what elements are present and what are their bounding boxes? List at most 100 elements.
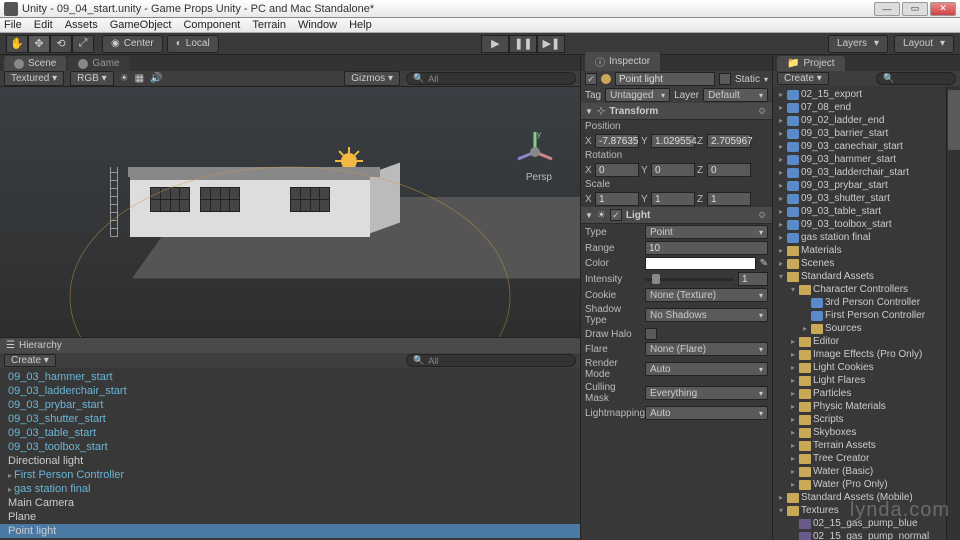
gizmos-dropdown[interactable]: Gizmos ▾	[344, 71, 400, 86]
layout-dropdown[interactable]: Layout▾	[894, 35, 954, 53]
hierarchy-header[interactable]: ☰ Hierarchy	[0, 338, 580, 353]
pos-x[interactable]: -7.87635	[595, 134, 639, 148]
project-item[interactable]: Skyboxes	[773, 426, 946, 439]
menu-terrain[interactable]: Terrain	[252, 19, 286, 31]
static-checkbox[interactable]	[719, 73, 731, 85]
project-create[interactable]: Create ▾	[777, 72, 829, 85]
scl-x[interactable]: 1	[595, 192, 639, 206]
hierarchy-item[interactable]: Main Camera	[0, 496, 580, 510]
menu-window[interactable]: Window	[298, 19, 337, 31]
shadow-type[interactable]: No Shadows	[645, 308, 768, 322]
project-item[interactable]: Sources	[773, 322, 946, 335]
hierarchy-item[interactable]: Plane	[0, 510, 580, 524]
pos-z[interactable]: 2.705967	[707, 134, 751, 148]
project-item[interactable]: Scenes	[773, 257, 946, 270]
scl-z[interactable]: 1	[707, 192, 751, 206]
layer-dropdown[interactable]: Default	[703, 88, 768, 102]
project-item[interactable]: Water (Basic)	[773, 465, 946, 478]
object-name-field[interactable]: Point light	[615, 72, 715, 86]
menu-edit[interactable]: Edit	[34, 19, 53, 31]
project-item[interactable]: 09_03_hammer_start	[773, 153, 946, 166]
hierarchy-item[interactable]: 09_03_toolbox_start	[0, 440, 580, 454]
light-type[interactable]: Point	[645, 225, 768, 239]
tool-scale[interactable]: ⤢	[72, 35, 94, 53]
project-item[interactable]: 09_03_table_start	[773, 205, 946, 218]
menu-gameobject[interactable]: GameObject	[110, 19, 172, 31]
maximize-button[interactable]: ▭	[902, 2, 928, 16]
project-item[interactable]: Physic Materials	[773, 400, 946, 413]
scene-light-toggle[interactable]: ☀	[120, 73, 129, 84]
light-enabled[interactable]: ✓	[610, 209, 622, 221]
project-item[interactable]: 3rd Person Controller	[773, 296, 946, 309]
project-item[interactable]: 02_15_gas_pump_normal	[773, 530, 946, 540]
rgb-dropdown[interactable]: RGB ▾	[70, 71, 113, 86]
inspector-tab[interactable]: ⓘ Inspector	[585, 52, 660, 71]
tab-game[interactable]: Game	[68, 56, 129, 71]
layers-dropdown[interactable]: Layers▾	[828, 35, 888, 53]
hierarchy-item[interactable]: Point light	[0, 524, 580, 538]
render-mode[interactable]: Auto	[645, 362, 768, 376]
scene-fx-toggle[interactable]: ▦	[135, 73, 144, 84]
project-item[interactable]: Standard Assets	[773, 270, 946, 283]
project-item[interactable]: First Person Controller	[773, 309, 946, 322]
tag-dropdown[interactable]: Untagged	[605, 88, 670, 102]
menu-file[interactable]: File	[4, 19, 22, 31]
hierarchy-item[interactable]: First Person Controller	[0, 468, 580, 482]
tab-scene[interactable]: Scene	[4, 56, 66, 71]
menu-assets[interactable]: Assets	[65, 19, 98, 31]
scene-viewport[interactable]: y Persp	[0, 87, 580, 337]
culling-mask[interactable]: Everything	[645, 386, 768, 400]
transform-header[interactable]: ▼⊹Transform⚙	[581, 103, 772, 120]
project-item[interactable]: Particles	[773, 387, 946, 400]
light-range[interactable]: 10	[645, 241, 768, 255]
tool-rotate[interactable]: ⟲	[50, 35, 72, 53]
project-item[interactable]: Water (Pro Only)	[773, 478, 946, 491]
project-scrollbar[interactable]	[946, 86, 960, 540]
pivot-center-button[interactable]: ◉Center	[102, 35, 163, 53]
light-cookie[interactable]: None (Texture)	[645, 288, 768, 302]
eyedropper-icon[interactable]: ✎	[760, 258, 768, 269]
hierarchy-item[interactable]: 09_03_prybar_start	[0, 398, 580, 412]
project-item[interactable]: Tree Creator	[773, 452, 946, 465]
hierarchy-item[interactable]: 09_03_ladderchair_start	[0, 384, 580, 398]
project-tab[interactable]: 📁 Project	[777, 56, 845, 71]
hierarchy-item[interactable]: 09_03_hammer_start	[0, 370, 580, 384]
object-enabled-checkbox[interactable]: ✓	[585, 73, 597, 85]
project-item[interactable]: 09_03_toolbox_start	[773, 218, 946, 231]
project-item[interactable]: 09_03_barrier_start	[773, 127, 946, 140]
tool-move[interactable]: ✥	[28, 35, 50, 53]
hierarchy-item[interactable]: 09_03_table_start	[0, 426, 580, 440]
orientation-gizmo[interactable]: y	[510, 127, 560, 177]
project-item[interactable]: 09_02_ladder_end	[773, 114, 946, 127]
close-button[interactable]: ✕	[930, 2, 956, 16]
scl-y[interactable]: 1	[651, 192, 695, 206]
project-item[interactable]: 02_15_export	[773, 88, 946, 101]
hierarchy-list[interactable]: 09_03_hammer_start09_03_ladderchair_star…	[0, 368, 580, 540]
rot-y[interactable]: 0	[651, 163, 695, 177]
gear-icon[interactable]: ⚙	[756, 105, 768, 117]
project-item[interactable]: 07_08_end	[773, 101, 946, 114]
project-search[interactable]: 🔍	[876, 72, 956, 85]
project-item[interactable]: Image Effects (Pro Only)	[773, 348, 946, 361]
intensity-slider[interactable]: 1	[645, 272, 768, 286]
gear-icon[interactable]: ⚙	[756, 209, 768, 221]
light-color[interactable]	[645, 257, 756, 270]
project-item[interactable]: Terrain Assets	[773, 439, 946, 452]
project-item[interactable]: 09_03_canechair_start	[773, 140, 946, 153]
scene-search[interactable]: 🔍 All	[406, 72, 576, 85]
project-item[interactable]: Character Controllers	[773, 283, 946, 296]
project-item[interactable]: Editor	[773, 335, 946, 348]
draw-halo[interactable]	[645, 328, 657, 340]
project-item[interactable]: gas station final	[773, 231, 946, 244]
pause-button[interactable]: ❚❚	[509, 35, 537, 53]
pos-y[interactable]: 1.029554	[651, 134, 695, 148]
light-flare[interactable]: None (Flare)	[645, 342, 768, 356]
shading-dropdown[interactable]: Textured ▾	[4, 71, 64, 86]
play-button[interactable]: ▶	[481, 35, 509, 53]
hierarchy-item[interactable]: Directional light	[0, 454, 580, 468]
hierarchy-item[interactable]: gas station final	[0, 482, 580, 496]
project-item[interactable]: 09_03_shutter_start	[773, 192, 946, 205]
hierarchy-create[interactable]: Create ▾	[4, 354, 56, 367]
project-item[interactable]: 09_03_ladderchair_start	[773, 166, 946, 179]
project-item[interactable]: Materials	[773, 244, 946, 257]
